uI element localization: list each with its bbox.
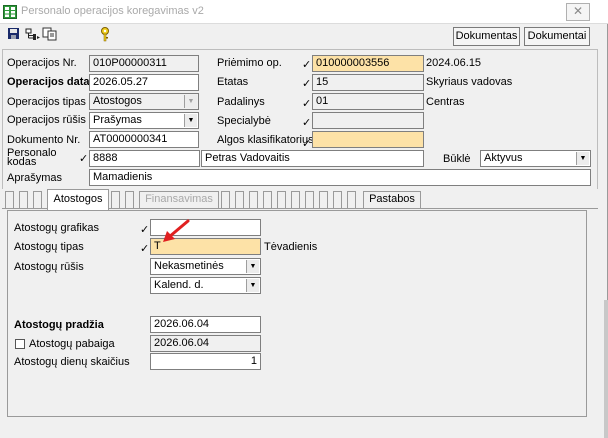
title-bar: Personalo operacijos koregavimas v2 ✕: [0, 0, 608, 24]
bukle-select[interactable]: Aktyvus ▼: [480, 150, 591, 167]
personalo-kodas-field[interactable]: 8888: [89, 150, 200, 167]
tab-collapsed[interactable]: [291, 191, 300, 208]
etatas-field[interactable]: 15: [312, 74, 424, 91]
save-icon[interactable]: [5, 26, 23, 42]
padalinys-description: Centras: [426, 96, 465, 108]
aprasymas-label: Aprašymas: [7, 172, 63, 184]
check-icon: ✓: [302, 138, 312, 150]
tab-collapsed[interactable]: [235, 191, 244, 208]
day-type-select[interactable]: Kalend. d. ▼: [150, 277, 261, 294]
padalinys-label: Padalinys: [217, 96, 265, 108]
operacijos-tipas-label: Operacijos tipas: [7, 96, 86, 108]
atostogu-pabaiga-label: Atostogų pabaiga: [29, 338, 115, 350]
atostogu-dienu-skaicius-label: Atostogų dienų skaičius: [14, 356, 130, 368]
dokumento-nr-field[interactable]: AT0000000341: [89, 131, 199, 148]
check-icon: ✓: [140, 224, 150, 236]
atostogu-rusis-label: Atostogų rūšis: [14, 261, 84, 273]
operacijos-data-label: Operacijos data: [7, 76, 90, 88]
tab-collapsed[interactable]: [33, 191, 42, 208]
tab-collapsed[interactable]: [249, 191, 258, 208]
personalo-kodas-label-line2: kodas: [7, 156, 37, 168]
specialybe-field[interactable]: [312, 112, 424, 129]
atostogu-pradzia-field[interactable]: 2026.06.04: [150, 316, 261, 333]
tab-collapsed[interactable]: [111, 191, 120, 208]
operacijos-tipas-value: Atostogos: [93, 95, 142, 107]
tab-finansavimas[interactable]: Finansavimas: [139, 191, 219, 208]
check-icon: ✓: [302, 98, 312, 110]
operacijos-nr-field[interactable]: 010P00000311: [89, 55, 199, 72]
atostogu-pabaiga-field[interactable]: 2026.06.04: [150, 335, 261, 352]
tab-collapsed[interactable]: [347, 191, 356, 208]
spreadsheet-app-icon: [3, 5, 17, 19]
close-icon: ✕: [572, 4, 584, 18]
specialybe-label: Specialybė: [217, 115, 271, 127]
dokumentas-button[interactable]: Dokumentas: [453, 27, 520, 46]
tab-collapsed[interactable]: [277, 191, 286, 208]
close-button[interactable]: ✕: [566, 3, 590, 21]
operacijos-data-field[interactable]: 2026.05.27: [89, 74, 199, 91]
check-icon: ✓: [302, 78, 312, 90]
tab-atostogos[interactable]: Atostogos: [47, 189, 109, 210]
chevron-down-icon[interactable]: ▼: [246, 279, 259, 292]
tab-collapsed[interactable]: [333, 191, 342, 208]
window-title: Personalo operacijos koregavimas v2: [21, 5, 204, 17]
check-icon: ✓: [302, 59, 312, 71]
tab-collapsed[interactable]: [5, 191, 14, 208]
operacijos-rusis-value: Prašymas: [93, 114, 142, 126]
etatas-description: Skyriaus vadovas: [426, 76, 513, 88]
dokumentai-button[interactable]: Dokumentai: [524, 27, 590, 46]
tab-collapsed[interactable]: [263, 191, 272, 208]
etatas-label: Etatas: [217, 76, 249, 88]
tab-pastabos[interactable]: Pastabos: [363, 191, 421, 208]
chevron-down-icon[interactable]: ▼: [184, 114, 197, 127]
annotation-arrow-icon: [163, 219, 190, 242]
employee-name-field[interactable]: Petras Vadovaitis: [201, 150, 424, 167]
atostogu-rusis-value: Nekasmetinės: [154, 260, 224, 272]
bukle-label: Būklė: [443, 153, 471, 165]
chevron-down-icon[interactable]: ▼: [246, 260, 259, 273]
padalinys-field[interactable]: 01: [312, 93, 424, 110]
aprasymas-field[interactable]: Mamadienis: [89, 169, 591, 186]
operacijos-nr-label: Operacijos Nr.: [7, 57, 77, 69]
day-type-value: Kalend. d.: [154, 279, 204, 291]
dokumento-nr-label: Dokumento Nr.: [7, 134, 81, 146]
atostogu-rusis-select[interactable]: Nekasmetinės ▼: [150, 258, 261, 275]
check-icon: ✓: [79, 153, 89, 165]
check-icon: ✓: [140, 243, 150, 255]
priemimo-op-field[interactable]: 010000003556: [312, 55, 424, 72]
atostogu-grafikas-label: Atostogų grafikas: [14, 222, 99, 234]
operacijos-rusis-select[interactable]: Prašymas ▼: [89, 112, 199, 129]
priemimo-op-label: Priėmimo op.: [217, 57, 282, 69]
algos-klasifikatorius-field[interactable]: [312, 131, 424, 148]
algos-klasifikatorius-label: Algos klasifikatorius: [217, 134, 314, 146]
tab-collapsed[interactable]: [19, 191, 28, 208]
priemimo-date: 2024.06.15: [426, 57, 482, 69]
operacijos-rusis-label: Operacijos rūšis: [7, 114, 86, 126]
bukle-value: Aktyvus: [484, 152, 523, 164]
tab-collapsed[interactable]: [319, 191, 328, 208]
atostogu-tipas-label: Atostogų tipas: [14, 241, 84, 253]
tab-collapsed[interactable]: [125, 191, 134, 208]
atostogu-pabaiga-checkbox[interactable]: [15, 339, 25, 349]
chevron-down-icon[interactable]: ▼: [184, 95, 197, 108]
atostogu-pradzia-label: Atostogų pradžia: [14, 319, 104, 331]
window-edge: [604, 300, 608, 438]
tab-collapsed[interactable]: [221, 191, 230, 208]
hierarchy-icon[interactable]: [24, 26, 42, 42]
copy-icon[interactable]: [41, 26, 59, 42]
key-icon[interactable]: [96, 26, 114, 42]
operacijos-tipas-select[interactable]: Atostogos ▼: [89, 93, 199, 110]
tab-collapsed[interactable]: [305, 191, 314, 208]
atostogu-tipas-description: Tėvadienis: [264, 241, 318, 253]
atostogu-dienu-skaicius-field[interactable]: 1: [150, 353, 261, 370]
operation-edit-window: Personalo operacijos koregavimas v2 ✕ Do…: [0, 0, 608, 438]
check-icon: ✓: [302, 117, 312, 129]
chevron-down-icon[interactable]: ▼: [576, 152, 589, 165]
